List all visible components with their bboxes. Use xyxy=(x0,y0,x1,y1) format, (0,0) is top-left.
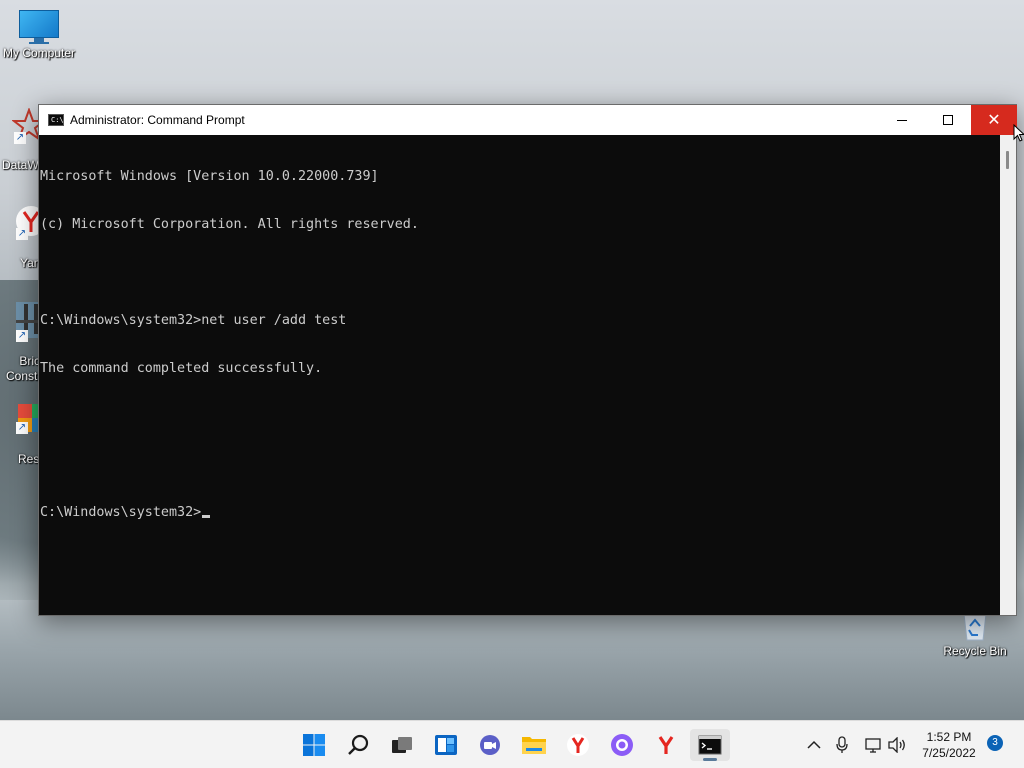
volume-icon xyxy=(888,737,905,753)
file-explorer-button[interactable] xyxy=(514,729,554,761)
desktop-icon-label: Bric Constr xyxy=(6,354,42,383)
maximize-button[interactable] xyxy=(925,105,971,135)
alice-button[interactable] xyxy=(602,729,642,761)
show-hidden-icons-button[interactable] xyxy=(803,733,825,757)
close-button[interactable]: ✕ xyxy=(971,105,1017,135)
yandex-button[interactable] xyxy=(646,729,686,761)
start-button[interactable] xyxy=(294,729,334,761)
widgets-icon xyxy=(435,735,457,755)
clock-date: 7/25/2022 xyxy=(922,746,976,760)
desktop-icon-label: My Computer xyxy=(2,46,76,60)
maximize-icon xyxy=(943,115,953,125)
desktop-icon-my-computer[interactable]: My Computer xyxy=(0,10,78,60)
yandex-browser-icon xyxy=(567,734,589,756)
vertical-scrollbar[interactable] xyxy=(1000,135,1016,615)
close-icon: ✕ xyxy=(987,110,1001,129)
cmd-icon: C:\ xyxy=(48,114,64,126)
microphone-button[interactable] xyxy=(831,733,853,757)
search-button[interactable] xyxy=(338,729,378,761)
desktop-icon-label: DataW xyxy=(2,158,39,172)
console-prompt: C:\Windows\system32> xyxy=(40,505,202,520)
console-line: The command completed successfully. xyxy=(40,361,323,376)
alice-icon xyxy=(611,734,633,756)
network-button[interactable] xyxy=(862,733,884,757)
scrollbar-thumb[interactable] xyxy=(1006,151,1009,169)
desktop-icon-recycle-bin[interactable]: Recycle Bin xyxy=(940,610,1010,658)
computer-icon xyxy=(17,10,61,44)
console-line: (c) Microsoft Corporation. All rights re… xyxy=(40,217,419,232)
wallpaper-water xyxy=(0,600,1024,720)
command-prompt-icon xyxy=(698,735,722,755)
command-prompt-window[interactable]: C:\ Administrator: Command Prompt ✕ Micr… xyxy=(38,104,1017,616)
console-line: C:\Windows\system32>net user /add test xyxy=(40,313,347,328)
network-icon xyxy=(865,738,881,753)
chevron-up-icon xyxy=(807,740,821,749)
file-explorer-icon xyxy=(522,737,546,754)
chat-button[interactable] xyxy=(470,729,510,761)
yandex-browser-button[interactable] xyxy=(558,729,598,761)
start-icon xyxy=(303,734,325,756)
command-prompt-taskbar-button[interactable] xyxy=(690,729,730,761)
microphone-icon xyxy=(836,736,848,753)
notification-badge[interactable]: 3 xyxy=(987,735,1003,751)
window-title: Administrator: Command Prompt xyxy=(70,113,245,127)
yandex-icon xyxy=(658,736,674,754)
console-line: Microsoft Windows [Version 10.0.22000.73… xyxy=(40,169,379,184)
title-bar[interactable]: C:\ Administrator: Command Prompt ✕ xyxy=(39,105,1017,135)
desktop-icon-label: Recycle Bin xyxy=(943,644,1007,658)
clock-time: 1:52 PM xyxy=(926,730,972,744)
task-view-button[interactable] xyxy=(382,729,422,761)
minimize-button[interactable] xyxy=(879,105,925,135)
chat-icon xyxy=(480,735,500,755)
console-output[interactable]: Microsoft Windows [Version 10.0.22000.73… xyxy=(39,135,1000,615)
volume-button[interactable] xyxy=(886,733,908,757)
taskbar: 1:52 PM 7/25/2022 xyxy=(0,720,1024,768)
widgets-button[interactable] xyxy=(426,729,466,761)
minimize-icon xyxy=(897,119,907,121)
text-cursor xyxy=(202,515,211,518)
clock[interactable]: 1:52 PM 7/25/2022 xyxy=(916,729,982,761)
search-icon xyxy=(348,734,369,755)
task-view-icon xyxy=(392,737,412,753)
console-prompt-line: C:\Windows\system32> xyxy=(40,505,999,521)
